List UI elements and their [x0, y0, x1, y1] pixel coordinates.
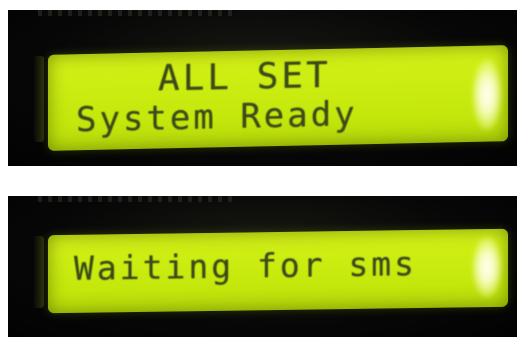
header-pins — [38, 196, 238, 202]
backlight-glare — [472, 59, 502, 130]
lcd-line-2: System Ready — [76, 94, 358, 141]
header-pins — [38, 10, 238, 16]
lcd-edge — [34, 56, 44, 142]
lcd-line-1: ALL SET — [158, 54, 331, 100]
lcd-screen: Waiting for sms — [48, 228, 508, 314]
lcd-edge — [34, 236, 44, 308]
lcd-photo-top: ALL SET System Ready — [8, 10, 517, 166]
lcd-line-1: Waiting for sms — [74, 244, 418, 288]
backlight-glare — [472, 236, 502, 298]
lcd-photo-bottom: Waiting for sms — [8, 196, 517, 337]
lcd-screen: ALL SET System Ready — [48, 45, 508, 151]
